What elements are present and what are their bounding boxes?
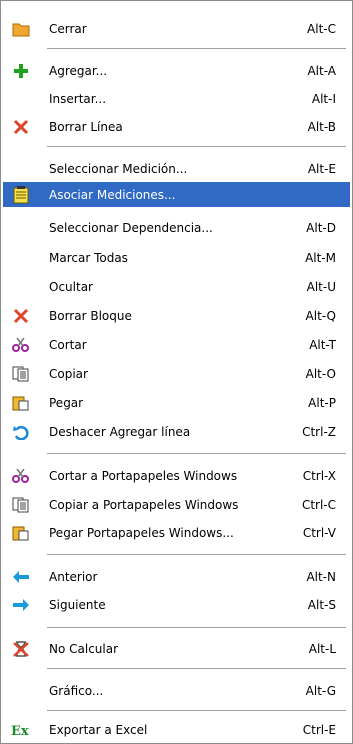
delete-x-icon [11,306,31,326]
menu-item-siguiente[interactable]: Siguiente Alt-S [3,592,350,617]
menu-item-borrar-bloque[interactable]: Borrar Bloque Alt-Q [3,303,350,328]
separator [47,453,346,455]
menu-item-label: Asociar Mediciones... [49,187,176,202]
menu-item-shortcut: Ctrl-X [302,468,336,483]
menu-item-shortcut: Alt-B [307,119,336,134]
menu-item-shortcut: Alt-P [308,395,336,410]
menu-item-seleccionar-dependencia[interactable]: Seleccionar Dependencia... Alt-D [3,215,350,240]
menu-item-shortcut: Alt-N [306,569,336,584]
menu-item-label: Siguiente [49,597,106,612]
menu-item-shortcut: Alt-M [305,250,336,265]
menu-item-copiar[interactable]: Copiar Alt-O [3,361,350,386]
menu-item-agregar[interactable]: Agregar... Alt-A [3,58,350,83]
menu-item-shortcut: Ctrl-Z [302,424,336,439]
notepad-icon [11,185,31,205]
menu-item-label: Anterior [49,569,98,584]
menu-item-insertar[interactable]: Insertar... Alt-I [3,86,350,111]
separator [47,48,346,50]
menu-item-seleccionar-medicion[interactable]: Seleccionar Medición... Alt-E [3,156,350,181]
menu-item-ocultar[interactable]: Ocultar Alt-U [3,274,350,299]
menu-item-label: Exportar a Excel [49,722,148,737]
paste-icon [11,393,31,413]
menu-item-label: Cortar a Portapapeles Windows [49,468,238,483]
menu-item-pegar[interactable]: Pegar Alt-P [3,390,350,415]
svg-text:Ex: Ex [11,724,29,738]
menu-item-shortcut: Alt-E [307,161,336,176]
menu-item-label: No Calcular [49,641,119,656]
folder-icon [11,19,31,39]
menu-item-label: Borrar Línea [49,119,123,134]
menu-item-copiar-portapapeles[interactable]: Copiar a Portapapeles Windows Ctrl-C [3,492,350,517]
copy-icon [11,364,31,384]
scissors-icon [11,466,31,486]
separator [47,146,346,148]
separator [47,668,346,670]
menu-item-label: Agregar... [49,63,108,78]
menu-item-deshacer[interactable]: Deshacer Agregar línea Ctrl-Z [3,419,350,444]
menu-item-shortcut: Alt-Q [305,308,336,323]
menu-item-shortcut: Alt-C [307,21,336,36]
arrow-left-icon [11,567,31,587]
menu-item-marcar-todas[interactable]: Marcar Todas Alt-M [3,245,350,270]
separator [47,554,346,556]
menu-item-exportar-excel[interactable]: Ex Exportar a Excel Ctrl-E [3,717,350,742]
menu-item-label: Pegar [49,395,84,410]
delete-x-icon [11,117,31,137]
no-calc-icon [11,639,31,659]
menu-item-label: Deshacer Agregar línea [49,424,191,439]
menu-item-shortcut: Ctrl-E [302,722,336,737]
scissors-icon [11,335,31,355]
menu-item-shortcut: Alt-T [309,337,336,352]
separator [47,627,346,629]
menu-item-label: Copiar a Portapapeles Windows [49,497,239,512]
menu-item-cortar[interactable]: Cortar Alt-T [3,332,350,357]
menu-item-shortcut: Alt-O [305,366,336,381]
plus-icon [11,61,31,81]
menu-item-label: Gráfico... [49,683,104,698]
menu-item-anterior[interactable]: Anterior Alt-N [3,564,350,589]
menu-item-label: Ocultar [49,279,93,294]
menu-item-label: Cortar [49,337,87,352]
menu-item-shortcut: Alt-D [306,220,336,235]
menu-item-shortcut: Alt-I [311,91,336,106]
menu-item-shortcut: Ctrl-C [301,497,336,512]
menu-item-asociar-mediciones[interactable]: Asociar Mediciones... [3,182,350,207]
menu-item-label: Marcar Todas [49,250,128,265]
menu-item-label: Copiar [49,366,88,381]
menu-item-shortcut: Alt-A [307,63,336,78]
menu-item-label: Insertar... [49,91,107,106]
menu-item-shortcut: Alt-U [306,279,336,294]
menu-item-label: Cerrar [49,21,87,36]
menu-item-borrar-linea[interactable]: Borrar Línea Alt-B [3,114,350,139]
menu-item-label: Seleccionar Medición... [49,161,188,176]
menu-item-label: Pegar Portapapeles Windows... [49,525,234,540]
menu-item-grafico[interactable]: Gráfico... Alt-G [3,678,350,703]
arrow-right-icon [11,595,31,615]
menu-item-shortcut: Ctrl-V [302,525,336,540]
excel-icon: Ex [11,720,31,740]
paste-icon [11,523,31,543]
menu-item-label: Seleccionar Dependencia... [49,220,213,235]
menu-item-shortcut: Alt-G [305,683,336,698]
menu-item-no-calcular[interactable]: No Calcular Alt-L [3,636,350,661]
undo-icon [11,422,31,442]
menu-item-shortcut: Alt-L [308,641,336,656]
menu-item-shortcut: Alt-S [307,597,336,612]
separator [47,710,346,712]
menu-item-pegar-portapapeles[interactable]: Pegar Portapapeles Windows... Ctrl-V [3,520,350,545]
copy-icon [11,495,31,515]
menu-item-label: Borrar Bloque [49,308,132,323]
menu-item-cortar-portapapeles[interactable]: Cortar a Portapapeles Windows Ctrl-X [3,463,350,488]
menu-item-cerrar[interactable]: Cerrar Alt-C [3,16,350,41]
context-menu: Cerrar Alt-C Agregar... Alt-A Insertar..… [0,0,353,744]
